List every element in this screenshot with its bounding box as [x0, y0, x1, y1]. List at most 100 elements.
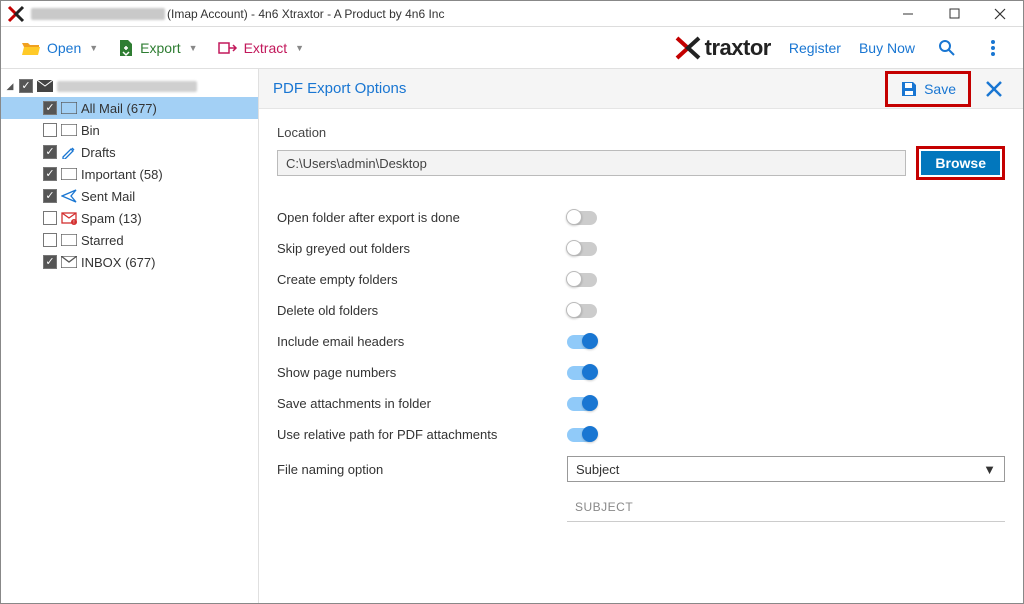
export-file-icon: [118, 39, 134, 57]
folder-open-icon: [21, 40, 41, 56]
option-row: Open folder after export is done: [277, 202, 1005, 233]
folder-icon: [61, 233, 77, 247]
tree-item-spam[interactable]: ! Spam (13): [1, 207, 258, 229]
option-label: Use relative path for PDF attachments: [277, 427, 567, 442]
tree-item-inbox[interactable]: ✓ INBOX (677): [1, 251, 258, 273]
option-label: Create empty folders: [277, 272, 567, 287]
extract-menu[interactable]: Extract ▼: [208, 34, 315, 62]
folder-icon: [61, 167, 77, 181]
toggle-use-relative-path-for-pdf-attachments[interactable]: [567, 428, 597, 442]
register-link[interactable]: Register: [789, 40, 841, 56]
svg-text:!: !: [73, 220, 74, 225]
envelope-icon: [37, 79, 53, 93]
chevron-down-icon: ▼: [295, 43, 304, 53]
option-row: Skip greyed out folders: [277, 233, 1005, 264]
brand-logo: traxtor: [675, 35, 771, 61]
checkbox[interactable]: ✓: [19, 79, 33, 93]
option-row: Delete old folders: [277, 295, 1005, 326]
app-logo-icon: [7, 5, 25, 23]
toggle-skip-greyed-out-folders[interactable]: [567, 242, 597, 256]
chevron-down-icon: ▼: [189, 43, 198, 53]
open-menu[interactable]: Open ▼: [11, 34, 108, 62]
panel-header: PDF Export Options Save: [259, 69, 1023, 109]
close-panel-button[interactable]: [979, 74, 1009, 104]
inbox-icon: [61, 255, 77, 269]
tree-collapse-icon[interactable]: ◢: [5, 81, 15, 92]
tree-item-drafts[interactable]: ✓ Drafts: [1, 141, 258, 163]
location-input[interactable]: [277, 150, 906, 176]
chevron-down-icon: ▼: [983, 462, 996, 477]
option-row: Create empty folders: [277, 264, 1005, 295]
chevron-down-icon: ▼: [89, 43, 98, 53]
save-button[interactable]: Save: [890, 76, 966, 102]
export-options-panel: PDF Export Options Save Location: [259, 69, 1023, 603]
maximize-button[interactable]: [931, 1, 977, 27]
tree-item-label: INBOX (677): [81, 255, 155, 270]
option-row: Save attachments in folder: [277, 388, 1005, 419]
folder-icon: [61, 123, 77, 137]
redacted-account: [31, 8, 165, 20]
option-row: Show page numbers: [277, 357, 1005, 388]
browse-button[interactable]: Browse: [921, 151, 1000, 175]
minimize-button[interactable]: [885, 1, 931, 27]
toggle-open-folder-after-export-is-done[interactable]: [567, 211, 597, 225]
more-menu-button[interactable]: [979, 34, 1007, 62]
folder-tree: ◢ ✓ ✓ All Mail (677) Bin ✓ Drafts ✓ Importan…: [1, 69, 259, 603]
option-row: Include email headers: [277, 326, 1005, 357]
tree-item-bin[interactable]: Bin: [1, 119, 258, 141]
folder-icon: [61, 101, 77, 115]
toggle-delete-old-folders[interactable]: [567, 304, 597, 318]
toggle-create-empty-folders[interactable]: [567, 273, 597, 287]
checkbox[interactable]: ✓: [43, 167, 57, 181]
extract-icon: [218, 40, 238, 56]
file-naming-preview: SUBJECT: [567, 496, 1005, 522]
checkbox[interactable]: ✓: [43, 101, 57, 115]
checkbox[interactable]: [43, 233, 57, 247]
draft-icon: [61, 145, 77, 159]
option-label: Open folder after export is done: [277, 210, 567, 225]
checkbox[interactable]: ✓: [43, 189, 57, 203]
sent-icon: [61, 189, 77, 203]
tree-item-label: All Mail (677): [81, 101, 157, 116]
buy-now-link[interactable]: Buy Now: [859, 40, 915, 56]
toggle-show-page-numbers[interactable]: [567, 366, 597, 380]
tree-item-label: Spam (13): [81, 211, 142, 226]
option-label: Include email headers: [277, 334, 567, 349]
export-menu[interactable]: Export ▼: [108, 33, 207, 63]
checkbox[interactable]: [43, 123, 57, 137]
toggle-save-attachments-in-folder[interactable]: [567, 397, 597, 411]
option-row: Use relative path for PDF attachments: [277, 419, 1005, 450]
option-label: Show page numbers: [277, 365, 567, 380]
tree-root-account[interactable]: ◢ ✓: [1, 75, 258, 97]
main-toolbar: Open ▼ Export ▼ Extract ▼ traxtor Regist…: [1, 27, 1023, 69]
checkbox[interactable]: ✓: [43, 255, 57, 269]
titlebar: (Imap Account) - 4n6 Xtraxtor - A Produc…: [1, 1, 1023, 27]
tree-item-label: Bin: [81, 123, 100, 138]
tree-item-label: Drafts: [81, 145, 116, 160]
toggle-include-email-headers[interactable]: [567, 335, 597, 349]
tree-item-starred[interactable]: Starred: [1, 229, 258, 251]
window-title: (Imap Account) - 4n6 Xtraxtor - A Produc…: [31, 7, 444, 21]
file-naming-label: File naming option: [277, 462, 567, 477]
save-disk-icon: [900, 80, 918, 98]
save-highlight: Save: [885, 71, 971, 107]
option-label: Skip greyed out folders: [277, 241, 567, 256]
search-button[interactable]: [933, 34, 961, 62]
file-naming-select[interactable]: Subject ▼: [567, 456, 1005, 482]
spam-icon: !: [61, 211, 77, 225]
location-label: Location: [277, 125, 1005, 140]
redacted-account-name: [57, 81, 197, 92]
checkbox[interactable]: [43, 211, 57, 225]
option-label: Save attachments in folder: [277, 396, 567, 411]
checkbox[interactable]: ✓: [43, 145, 57, 159]
option-label: Delete old folders: [277, 303, 567, 318]
browse-highlight: Browse: [916, 146, 1005, 180]
tree-item-all-mail[interactable]: ✓ All Mail (677): [1, 97, 258, 119]
tree-item-important[interactable]: ✓ Important (58): [1, 163, 258, 185]
window-controls: [885, 1, 1023, 27]
panel-title: PDF Export Options: [273, 80, 406, 97]
tree-item-label: Important (58): [81, 167, 163, 182]
close-window-button[interactable]: [977, 1, 1023, 27]
tree-item-sent-mail[interactable]: ✓ Sent Mail: [1, 185, 258, 207]
tree-item-label: Sent Mail: [81, 189, 135, 204]
